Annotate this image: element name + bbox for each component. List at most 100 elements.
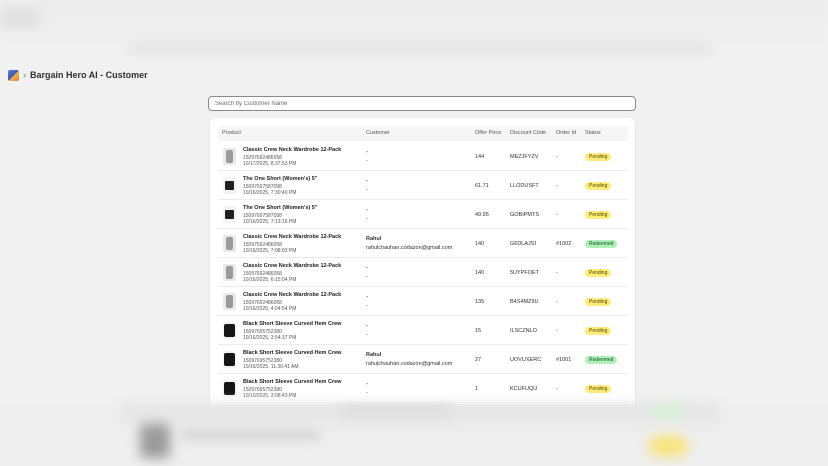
customer-email: - [366, 303, 368, 309]
search-input[interactable] [215, 100, 629, 107]
customer-email: - [366, 332, 368, 338]
customer-name: - [366, 294, 368, 300]
column-header-product[interactable]: Product [222, 130, 241, 136]
table-row[interactable]: Black Short Sleeve Curved Hem Crew 150976… [218, 374, 628, 403]
product-thumbnail [223, 177, 236, 194]
offer-date: 10/16/2025, 11:30:41 AM [243, 364, 299, 370]
status-badge: Pending [585, 269, 612, 277]
offer-date: 10/16/2025, 4:04:54 PM [243, 306, 297, 312]
product-name[interactable]: The One Short (Women's) 5" [243, 176, 317, 182]
search-field[interactable] [208, 96, 636, 111]
product-thumbnail [223, 351, 236, 368]
table-row[interactable]: The One Short (Women's) 5" 15097697587098… [218, 200, 628, 229]
discount-code: UOVUXERC [510, 357, 542, 363]
table-row[interactable]: Classic Crew Neck Wardrobe 12-Pack 150976… [218, 142, 628, 171]
column-header-discount-code[interactable]: Discount Code [510, 130, 546, 136]
status-badge: Pending [585, 385, 612, 393]
offer-price: 49.95 [475, 212, 489, 218]
table-row[interactable]: Classic Crew Neck Wardrobe 12-Pack 150976… [218, 229, 628, 258]
customer-name: Rahul [366, 352, 382, 358]
column-header-offer-price[interactable]: Offer Price [475, 130, 501, 136]
product-name[interactable]: Black Short Sleeve Curved Hem Crew [243, 350, 341, 356]
product-name[interactable]: Classic Crew Neck Wardrobe 12-Pack [243, 263, 341, 269]
customer-name: - [366, 178, 368, 184]
order-id: - [556, 154, 558, 160]
customer-email: - [366, 216, 368, 222]
product-name[interactable]: Classic Crew Neck Wardrobe 12-Pack [243, 147, 341, 153]
customer-email: rahulchauhan.codazon@gmail.com [366, 245, 453, 251]
discount-code: LLODUSFT [510, 183, 539, 189]
product-name[interactable]: Black Short Sleeve Curved Hem Crew [243, 379, 341, 385]
customer-name: - [366, 207, 368, 213]
customer-name: - [366, 381, 368, 387]
table-row[interactable]: Classic Crew Neck Wardrobe 12-Pack 150976… [218, 258, 628, 287]
blurred-text [340, 405, 450, 417]
product-name[interactable]: Classic Crew Neck Wardrobe 12-Pack [243, 234, 341, 240]
offer-date: 10/17/2025, 8:37:53 PM [243, 161, 297, 167]
blurred-thumbnail [140, 424, 170, 458]
column-header-status[interactable]: Status [585, 130, 601, 136]
discount-code: G6DLAJSI [510, 241, 536, 247]
app-header: › Bargain Hero AI - Customer [8, 68, 148, 82]
table-row[interactable]: Classic Crew Neck Wardrobe 12-Pack 150976… [218, 287, 628, 316]
offer-date: 10/16/2025, 3:54:37 PM [243, 335, 297, 341]
discount-code: MEZJFYZV [510, 154, 539, 160]
status-badge: Pending [585, 182, 612, 190]
status-badge: Pending [585, 298, 612, 306]
offer-price: 140 [475, 241, 485, 247]
blurred-top-strip [130, 40, 710, 54]
blurred-badge [648, 436, 688, 456]
status-badge: Pending [585, 327, 612, 335]
column-header-customer[interactable]: Customer [366, 130, 390, 136]
chevron-right-icon: › [23, 70, 26, 80]
blurred-badge [648, 404, 688, 418]
page-title: Bargain Hero AI - Customer [30, 70, 148, 80]
order-id: - [556, 183, 558, 189]
customer-email: - [366, 187, 368, 193]
customer-name: - [366, 323, 368, 329]
product-name[interactable]: Classic Crew Neck Wardrobe 12-Pack [243, 292, 341, 298]
blurred-top-left [0, 8, 40, 30]
status-badge: Redeemed [585, 356, 618, 364]
table-row[interactable]: The One Short (Women's) 5" 15097697587098… [218, 171, 628, 200]
customer-email: rahulchauhan.codazon@gmail.com [366, 361, 453, 367]
customer-email: - [366, 158, 368, 164]
customer-name: - [366, 149, 368, 155]
status-badge: Pending [585, 153, 612, 161]
order-id: #1002 [556, 241, 572, 247]
customer-email: - [366, 390, 368, 396]
customer-name: - [366, 265, 368, 271]
product-thumbnail [223, 235, 236, 252]
table-row[interactable]: Black Short Sleeve Curved Hem Crew 150976… [218, 345, 628, 374]
order-id: - [556, 270, 558, 276]
discount-code: KCUFUQU [510, 386, 538, 392]
discount-code: ILSCZNLO [510, 328, 537, 334]
offer-date: 10/16/2025, 6:15:04 PM [243, 277, 297, 283]
offer-date: 10/10/2025, 3:08:43 PM [243, 393, 297, 399]
discount-code: B4S4MZ9U [510, 299, 539, 305]
offer-price: 15 [475, 328, 482, 334]
product-name[interactable]: Black Short Sleeve Curved Hem Crew [243, 321, 341, 327]
app-logo-icon[interactable] [8, 69, 19, 81]
order-id: - [556, 386, 558, 392]
order-id: - [556, 299, 558, 305]
offer-date: 10/16/2025, 7:13:16 PM [243, 219, 297, 225]
offer-price: 135 [475, 299, 485, 305]
table-header: Product Customer Offer Price Discount Co… [218, 126, 628, 141]
order-id: - [556, 328, 558, 334]
offer-date: 10/16/2025, 7:30:40 PM [243, 190, 297, 196]
product-name[interactable]: The One Short (Women's) 5" [243, 205, 317, 211]
offers-table-card: Product Customer Offer Price Discount Co… [210, 118, 635, 408]
column-header-order-id[interactable]: Order Id [556, 130, 576, 136]
product-thumbnail [223, 206, 236, 223]
offer-price: 1 [475, 386, 479, 392]
product-thumbnail [223, 264, 236, 281]
table-row[interactable]: Black Short Sleeve Curved Hem Crew 150976… [218, 316, 628, 345]
offer-price: 61.71 [475, 183, 489, 189]
product-thumbnail [223, 380, 236, 397]
discount-code: 5UYPFOET [510, 270, 540, 276]
offer-price: 140 [475, 270, 485, 276]
offer-price: 144 [475, 154, 485, 160]
customer-name: Rahul [366, 236, 382, 242]
product-thumbnail [223, 148, 236, 165]
